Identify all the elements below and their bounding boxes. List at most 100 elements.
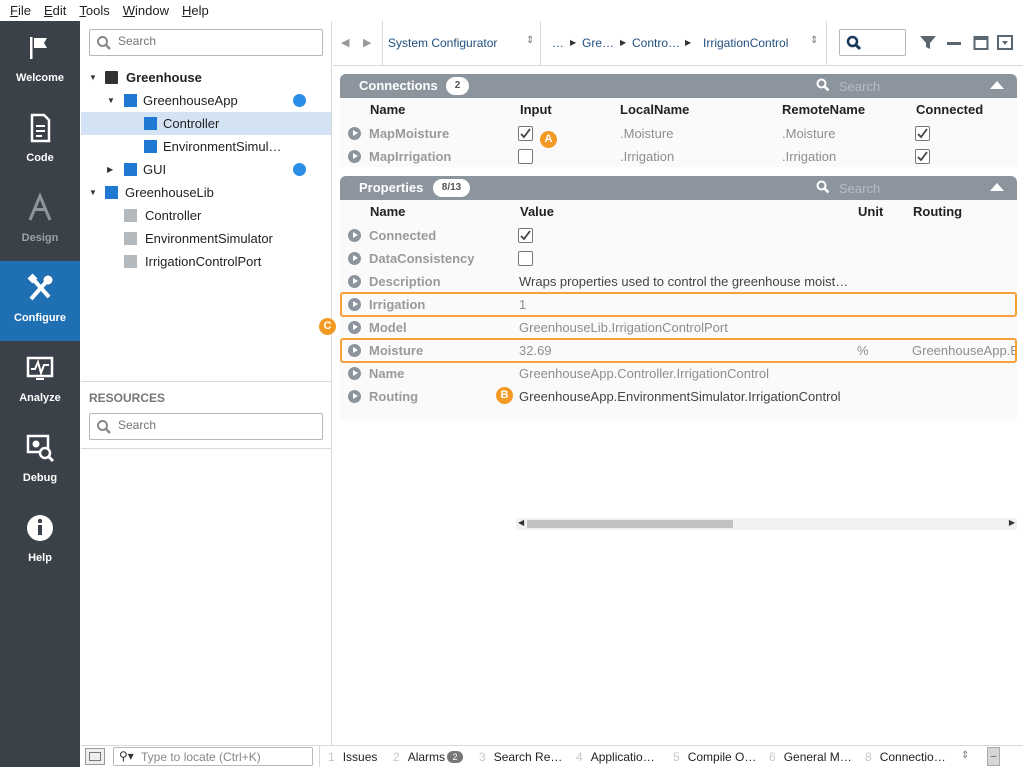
tree-search-input[interactable]	[118, 34, 308, 48]
nav-configure[interactable]: Configure	[0, 261, 80, 341]
tree-node-greenhouselib[interactable]: ▼ GreenhouseLib	[81, 181, 331, 204]
expand-icon[interactable]	[348, 321, 361, 334]
breadcrumb-ellipsis[interactable]: …	[552, 36, 564, 50]
tab-alarms[interactable]: 2 Alarms 2	[393, 750, 464, 764]
collapse-icon[interactable]	[990, 183, 1004, 191]
tree-node-greenhouseapp[interactable]: ▼ GreenhouseApp	[81, 89, 331, 112]
tab-connections[interactable]: 8 Connectio…	[865, 750, 946, 764]
value-checkbox[interactable]	[518, 251, 533, 266]
scroll-left-icon[interactable]: ◀	[518, 518, 524, 527]
menu-edit[interactable]: Edit	[44, 3, 66, 18]
connected-checkbox[interactable]	[915, 149, 930, 164]
expand-icon[interactable]	[348, 344, 361, 357]
column-header-value[interactable]: Value	[520, 204, 554, 219]
menu-window[interactable]: Window	[123, 3, 169, 18]
panel-toggle-icon[interactable]	[85, 748, 105, 765]
tab-general-messages[interactable]: 6 General M…	[769, 750, 852, 764]
menu-tools[interactable]: Tools	[79, 3, 109, 18]
filter-icon[interactable]	[919, 34, 937, 52]
tree-node-lib-irrigationcontrolport[interactable]: IrrigationControlPort	[81, 250, 331, 273]
scroll-right-icon[interactable]: ▶	[1009, 518, 1015, 527]
expand-icon[interactable]	[348, 150, 361, 163]
column-header-localname[interactable]: LocalName	[620, 102, 689, 117]
connection-row[interactable]: MapIrrigation .Irrigation .Irrigation	[340, 145, 1017, 168]
expand-icon[interactable]	[348, 298, 361, 311]
property-value[interactable]: GreenhouseLib.IrrigationControlPort	[519, 320, 728, 335]
connection-row[interactable]: MapMoisture .Moisture .Moisture	[340, 122, 1017, 145]
expand-icon[interactable]	[348, 390, 361, 403]
spinner-icon[interactable]: ⇕	[526, 35, 534, 46]
property-row-connected[interactable]: Connected	[340, 224, 1017, 247]
tree-node-greenhouse[interactable]: ▼ Greenhouse	[81, 66, 331, 89]
property-row-moisture[interactable]: Moisture 32.69 % GreenhouseApp.E	[340, 339, 1017, 362]
maximize-icon[interactable]	[973, 34, 989, 52]
column-header-name[interactable]: Name	[370, 102, 405, 117]
property-row-routing[interactable]: Routing GreenhouseApp.EnvironmentSimulat…	[340, 385, 1017, 408]
expand-icon[interactable]	[348, 229, 361, 242]
property-value[interactable]: GreenhouseApp.EnvironmentSimulator.Irrig…	[519, 389, 841, 404]
properties-header[interactable]: Properties 8/13 Search	[340, 176, 1017, 200]
column-header-routing[interactable]: Routing	[913, 204, 962, 219]
tree-node-environmentsimulator[interactable]: EnvironmentSimul…	[81, 135, 331, 158]
expand-icon[interactable]	[348, 127, 361, 140]
locate-input[interactable]: Type to locate (Ctrl+K)	[141, 750, 261, 764]
configurator-selector[interactable]: System Configurator	[388, 36, 497, 50]
expand-icon[interactable]	[348, 275, 361, 288]
breadcrumb-current[interactable]: IrrigationControl	[703, 36, 788, 50]
horizontal-scrollbar[interactable]: ◀ ▶	[516, 518, 1017, 530]
tab-compile-output[interactable]: 5 Compile O…	[673, 750, 756, 764]
forward-arrow-icon[interactable]: ▶	[363, 36, 371, 49]
tree-node-controller[interactable]: Controller	[81, 112, 331, 135]
property-value[interactable]: GreenhouseApp.Controller.IrrigationContr…	[519, 366, 769, 381]
tree-search-box[interactable]	[89, 29, 323, 56]
value-checkbox[interactable]	[518, 228, 533, 243]
nav-design[interactable]: Design	[0, 181, 80, 261]
collapse-panel-button[interactable]: –	[987, 747, 1000, 766]
properties-search-input[interactable]: Search	[839, 181, 880, 196]
nav-help[interactable]: Help	[0, 501, 80, 581]
property-value[interactable]: Wraps properties used to control the gre…	[519, 274, 859, 289]
resources-search-box[interactable]	[89, 413, 323, 440]
column-header-name[interactable]: Name	[370, 204, 405, 219]
column-header-remotename[interactable]: RemoteName	[782, 102, 865, 117]
minimize-icon[interactable]	[946, 34, 962, 52]
nav-welcome[interactable]: Welcome	[0, 21, 80, 101]
expand-icon[interactable]	[348, 367, 361, 380]
back-arrow-icon[interactable]: ◀	[341, 36, 349, 49]
column-header-unit[interactable]: Unit	[858, 204, 883, 219]
connected-checkbox[interactable]	[915, 126, 930, 141]
tab-search-results[interactable]: 3 Search Re…	[479, 750, 562, 764]
nav-code[interactable]: Code	[0, 101, 80, 181]
chevron-down-icon[interactable]: ▼	[107, 89, 115, 112]
property-row-irrigation[interactable]: Irrigation 1	[340, 293, 1017, 316]
property-row-model[interactable]: Model GreenhouseLib.IrrigationControlPor…	[340, 316, 1017, 339]
nav-analyze[interactable]: Analyze	[0, 341, 80, 421]
breadcrumb-item[interactable]: Contro…	[632, 36, 680, 50]
chevron-down-icon[interactable]: ▼	[89, 181, 97, 204]
property-row-name[interactable]: Name GreenhouseApp.Controller.Irrigation…	[340, 362, 1017, 385]
tree-node-lib-controller[interactable]: Controller	[81, 204, 331, 227]
tree-node-lib-environmentsimulator[interactable]: EnvironmentSimulator	[81, 227, 331, 250]
resources-search-input[interactable]	[118, 418, 308, 432]
chevron-right-icon[interactable]: ▶	[107, 158, 113, 181]
connections-search-input[interactable]: Search	[839, 79, 880, 94]
nav-debug[interactable]: Debug	[0, 421, 80, 501]
toolbar-search-box[interactable]	[839, 29, 906, 56]
column-header-input[interactable]: Input	[520, 102, 552, 117]
input-checkbox[interactable]	[518, 126, 533, 141]
chevron-down-icon[interactable]: ▼	[89, 66, 97, 89]
connections-header[interactable]: Connections 2 Search	[340, 74, 1017, 98]
input-checkbox[interactable]	[518, 149, 533, 164]
tree-node-gui[interactable]: ▶ GUI	[81, 158, 331, 181]
menu-file[interactable]: File	[10, 3, 31, 18]
column-header-connected[interactable]: Connected	[916, 102, 983, 117]
expand-icon[interactable]	[348, 252, 361, 265]
detach-icon[interactable]	[996, 34, 1014, 52]
property-row-description[interactable]: Description Wraps properties used to con…	[340, 270, 1017, 293]
spinner-icon[interactable]: ⇕	[810, 35, 818, 46]
spinner-icon[interactable]: ⇕	[961, 750, 969, 761]
collapse-icon[interactable]	[990, 81, 1004, 89]
property-row-dataconsistency[interactable]: DataConsistency	[340, 247, 1017, 270]
menu-help[interactable]: Help	[182, 3, 209, 18]
property-value[interactable]: 1	[519, 297, 526, 312]
